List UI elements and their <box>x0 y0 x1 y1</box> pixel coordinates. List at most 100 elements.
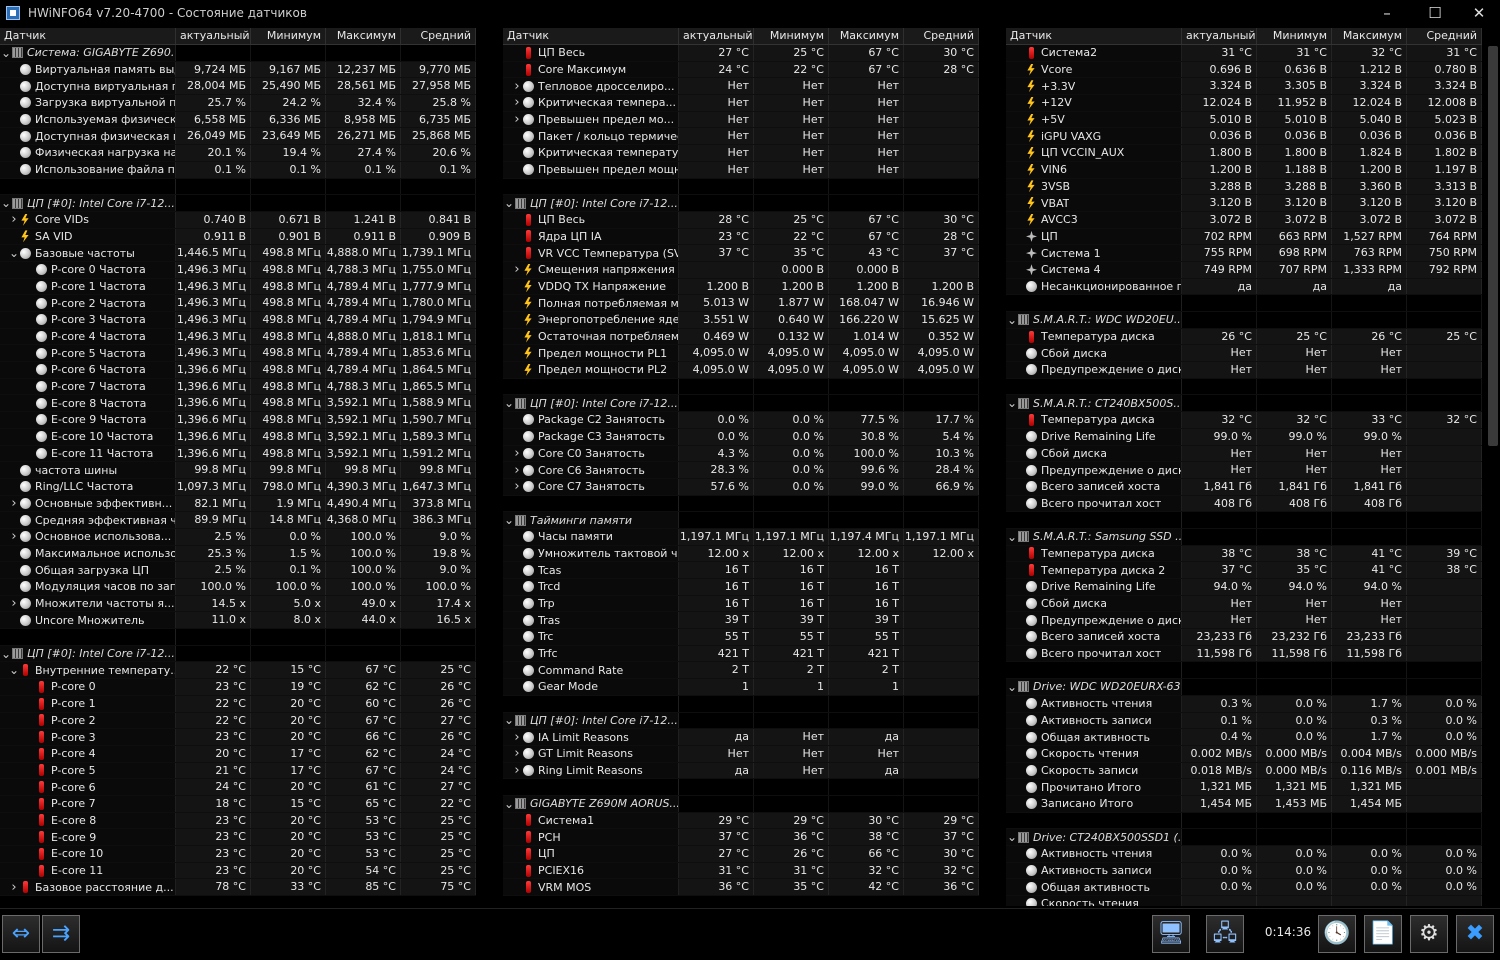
sensor-row[interactable]: › GT Limit Reasons Нет Нет Нет <box>503 745 979 763</box>
sensor-row[interactable]: Drive Remaining Life 94.0 % 94.0 % 94.0 % <box>1006 579 1482 596</box>
sensor-row[interactable]: P-core 4 20 °C 17 °C 62 °C 24 °C <box>0 745 476 763</box>
sensor-row[interactable]: Trc 55 T 55 T 55 T <box>503 629 979 646</box>
sensor-row[interactable]: Всего записей хоста 23,233 Гб 23,232 Гб 23,… <box>1006 629 1482 646</box>
chevron-down-icon[interactable]: ⌄ <box>8 246 20 260</box>
sensor-row[interactable]: Предупреждение о диске Нет Нет Нет <box>1006 462 1482 479</box>
sensor-row[interactable]: E-core 8 Частота 1,396.6 МГц 498.8 МГц 3,59… <box>0 395 476 413</box>
sensor-row[interactable]: P-core 7 18 °C 15 °C 65 °C 22 °C <box>0 795 476 813</box>
sensor-row[interactable]: Остаточная потребляема...0.469 W0.132 W1… <box>503 328 979 346</box>
chevron-down-icon[interactable]: ⌄ <box>8 663 20 677</box>
chevron-right-icon[interactable]: › <box>511 746 523 761</box>
sensor-row[interactable]: P-core 7 Частота 1,396.6 МГц 498.8 МГц 4,78… <box>0 378 476 396</box>
chevron-down-icon[interactable]: ⌄ <box>1006 313 1018 327</box>
sensor-row[interactable]: › Превышен предел мо... Нет Нет Нет <box>503 111 979 129</box>
sensor-row[interactable]: Package C3 Занятость 0.0 % 0.0 % 30.8 % 5.4 … <box>503 428 979 446</box>
sensor-row[interactable]: Максимальное использов...25.3 %1.5 %100.… <box>0 545 476 563</box>
sensor-row[interactable]: › Core C7 Занятость 57.6 % 0.0 % 99.0 % 66.9 … <box>503 478 979 496</box>
sensor-group-row[interactable]: ⌄ GIGABYTE Z690M AORUS... <box>503 795 979 813</box>
sensor-group-row[interactable]: ⌄ Система: GIGABYTE Z690... <box>0 45 476 62</box>
sensor-group-row[interactable]: ⌄ S.M.A.R.T.: CT240BX500S... <box>1006 395 1482 413</box>
sensor-row[interactable]: E-core 8 23 °C 20 °C 53 °C 25 °C <box>0 812 476 830</box>
sensor-row[interactable]: › Основное использова... 2.5 % 0.0 % 100.0 %… <box>0 528 476 546</box>
chevron-right-icon[interactable]: › <box>511 95 523 110</box>
sensor-row[interactable]: 3VSB 3.288 В 3.288 В 3.360 В 3.313 В <box>1006 178 1482 196</box>
sensor-row[interactable]: Температура диска 38 °C 38 °C 41 °C 39 °C <box>1006 545 1482 563</box>
sensor-row[interactable]: › Критическая темпера... Нет Нет Нет <box>503 95 979 112</box>
column-header[interactable]: актуальный <box>679 28 754 44</box>
remote-button[interactable]: 🖧 <box>1206 915 1244 953</box>
log-button[interactable]: 📄 <box>1364 915 1402 953</box>
sensor-row[interactable]: Модуляция часов по запр...100.0 %100.0 %… <box>0 579 476 596</box>
column-header[interactable]: Максимум <box>829 28 904 44</box>
column-header[interactable]: Средний <box>904 28 979 44</box>
sensor-row[interactable]: Доступная физическая па...26,049 МБ23,64… <box>0 128 476 146</box>
window-close-button[interactable]: ✕ <box>1456 0 1500 26</box>
sensor-group-row[interactable]: ⌄ ЦП [#0]: Intel Core i7-12... <box>0 645 476 663</box>
chevron-right-icon[interactable]: › <box>511 463 523 478</box>
sensor-row[interactable]: › Множители частоты я... 14.5 x 5.0 x 49.0 x… <box>0 595 476 613</box>
sensor-row[interactable]: Общая активность 0.4 % 0.0 % 1.7 % 0.0 % <box>1006 729 1482 746</box>
sensor-row[interactable]: Система 4 749 RPM 707 RPM 1,333 RPM 792 RPM <box>1006 261 1482 279</box>
sensor-row[interactable]: P-core 5 Частота 1,496.3 МГц 498.8 МГц 4,78… <box>0 345 476 363</box>
sensor-row[interactable]: E-core 11 23 °C 20 °C 54 °C 25 °C <box>0 862 476 880</box>
sensor-row[interactable]: E-core 10 Частота 1,396.6 МГц 498.8 МГц 3,5… <box>0 428 476 446</box>
sensor-row[interactable]: P-core 2 Частота 1,496.3 МГц 498.8 МГц 4,78… <box>0 295 476 312</box>
sensor-group-row[interactable]: ⌄ S.M.A.R.T.: WDC WD20EU... <box>1006 312 1482 329</box>
sensor-row[interactable]: Ring/LLC Частота 1,097.3 МГц 798.0 МГц 4,39… <box>0 478 476 496</box>
chevron-down-icon[interactable]: ⌄ <box>0 196 12 210</box>
sensor-row[interactable]: Всего записей хоста 1,841 Гб 1,841 Гб 1,841… <box>1006 478 1482 496</box>
sensor-group-row[interactable]: ⌄ Drive: CT240BX500SSD1 (... <box>1006 829 1482 846</box>
sensor-row[interactable]: VRM MOS 36 °C 35 °C 42 °C 36 °C <box>503 879 979 897</box>
column-header[interactable]: Средний <box>1407 28 1482 44</box>
sensor-row[interactable]: Всего прочитал хост 408 Гб 408 Гб 408 Гб <box>1006 495 1482 513</box>
chevron-down-icon[interactable]: ⌄ <box>1006 680 1018 694</box>
nav-back-forward-button[interactable]: ⇔ <box>2 915 40 953</box>
chevron-down-icon[interactable]: ⌄ <box>503 396 515 410</box>
sensor-row[interactable]: iGPU VAXG 0.036 В 0.036 В 0.036 В 0.036 В <box>1006 128 1482 146</box>
sensor-row[interactable]: Tcas 16 T 16 T 16 T <box>503 562 979 579</box>
sensor-row[interactable]: +12V 12.024 В 11.952 В 12.024 В 12.008 В <box>1006 95 1482 112</box>
sensor-row[interactable]: Доступна виртуальная па...28,004 МБ25,49… <box>0 78 476 96</box>
sensor-row[interactable]: P-core 6 Частота 1,396.6 МГц 498.8 МГц 4,78… <box>0 362 476 379</box>
sensor-row[interactable]: Загрузка виртуальной па...25.7 %24.2 %32… <box>0 95 476 112</box>
sensor-row[interactable]: Скорость чтения <box>1006 896 1482 906</box>
chevron-right-icon[interactable]: › <box>511 479 523 494</box>
sensor-row[interactable]: Физическая нагрузка на п...20.1 %19.4 %2… <box>0 145 476 162</box>
sensor-group-row[interactable]: ⌄ Тайминги памяти <box>503 512 979 529</box>
chevron-right-icon[interactable]: › <box>8 880 20 895</box>
network-button[interactable]: 🖥 <box>1152 915 1190 953</box>
column-header[interactable]: Датчик <box>503 28 679 44</box>
chevron-right-icon[interactable]: › <box>511 763 523 778</box>
column-header[interactable]: актуальный <box>176 28 251 44</box>
sensor-row[interactable]: Температура диска 26 °C 25 °C 26 °C 25 °C <box>1006 328 1482 346</box>
sensor-row[interactable]: Виртуальная память выде...9,724 МБ9,167 … <box>0 61 476 79</box>
sensor-row[interactable]: Используемая физическа...6,558 МБ6,336 М… <box>0 111 476 129</box>
sensor-row[interactable]: › Core VIDs 0.740 В 0.671 В 1.241 В 0.841 В <box>0 211 476 229</box>
sensor-row[interactable]: › Основные эффективн... 82.1 МГц 1.9 МГц 4,4… <box>0 495 476 513</box>
clock-button[interactable]: 🕓 <box>1318 915 1356 953</box>
sensor-panel-left[interactable]: Датчик актуальный Минимум Максимум Средний ⌄ С… <box>0 28 476 906</box>
sensor-row[interactable]: Vcore 0.696 В 0.636 В 1.212 В 0.780 В <box>1006 61 1482 79</box>
sensor-row[interactable]: › Тепловое дросселиро... Нет Нет Нет <box>503 78 979 96</box>
sensor-row[interactable]: PCH 37 °C 36 °C 38 °C 37 °C <box>503 829 979 846</box>
chevron-down-icon[interactable]: ⌄ <box>1006 830 1018 844</box>
column-header[interactable]: Средний <box>401 28 476 44</box>
chevron-right-icon[interactable]: › <box>511 112 523 127</box>
sensor-row[interactable]: Gear Mode 1 1 1 <box>503 679 979 696</box>
sensor-row[interactable]: › Базовое расстояние д... 78 °C 33 °C 85 °C 7… <box>0 879 476 897</box>
sensor-row[interactable]: ЦП 27 °C 26 °C 66 °C 30 °C <box>503 846 979 863</box>
sensor-row[interactable]: Trfc 421 T 421 T 421 T <box>503 645 979 663</box>
chevron-right-icon[interactable]: › <box>8 212 20 227</box>
sensor-row[interactable]: Предел мощности PL1 4,095.0 W 4,095.0 W 4,0… <box>503 345 979 363</box>
chevron-down-icon[interactable]: ⌄ <box>0 46 12 60</box>
sensor-row[interactable]: P-core 3 23 °C 20 °C 66 °C 26 °C <box>0 729 476 746</box>
sensor-row[interactable]: Температура диска 32 °C 32 °C 33 °C 32 °C <box>1006 412 1482 429</box>
chevron-right-icon[interactable]: › <box>8 496 20 511</box>
sensor-row[interactable]: ⌄ Базовые частоты 1,446.5 МГц 498.8 МГц 4,88… <box>0 245 476 262</box>
column-header[interactable]: Минимум <box>1257 28 1332 44</box>
sensor-row[interactable]: Предел мощности PL2 4,095.0 W 4,095.0 W 4,0… <box>503 362 979 379</box>
sensor-row[interactable]: Превышен предел мощно...НетНетНет <box>503 161 979 179</box>
sensor-row[interactable]: Скорость записи 0.018 MB/s 0.000 MB/s 0.116… <box>1006 762 1482 780</box>
maximize-button[interactable]: ☐ <box>1412 0 1458 26</box>
chevron-down-icon[interactable]: ⌄ <box>0 647 12 661</box>
